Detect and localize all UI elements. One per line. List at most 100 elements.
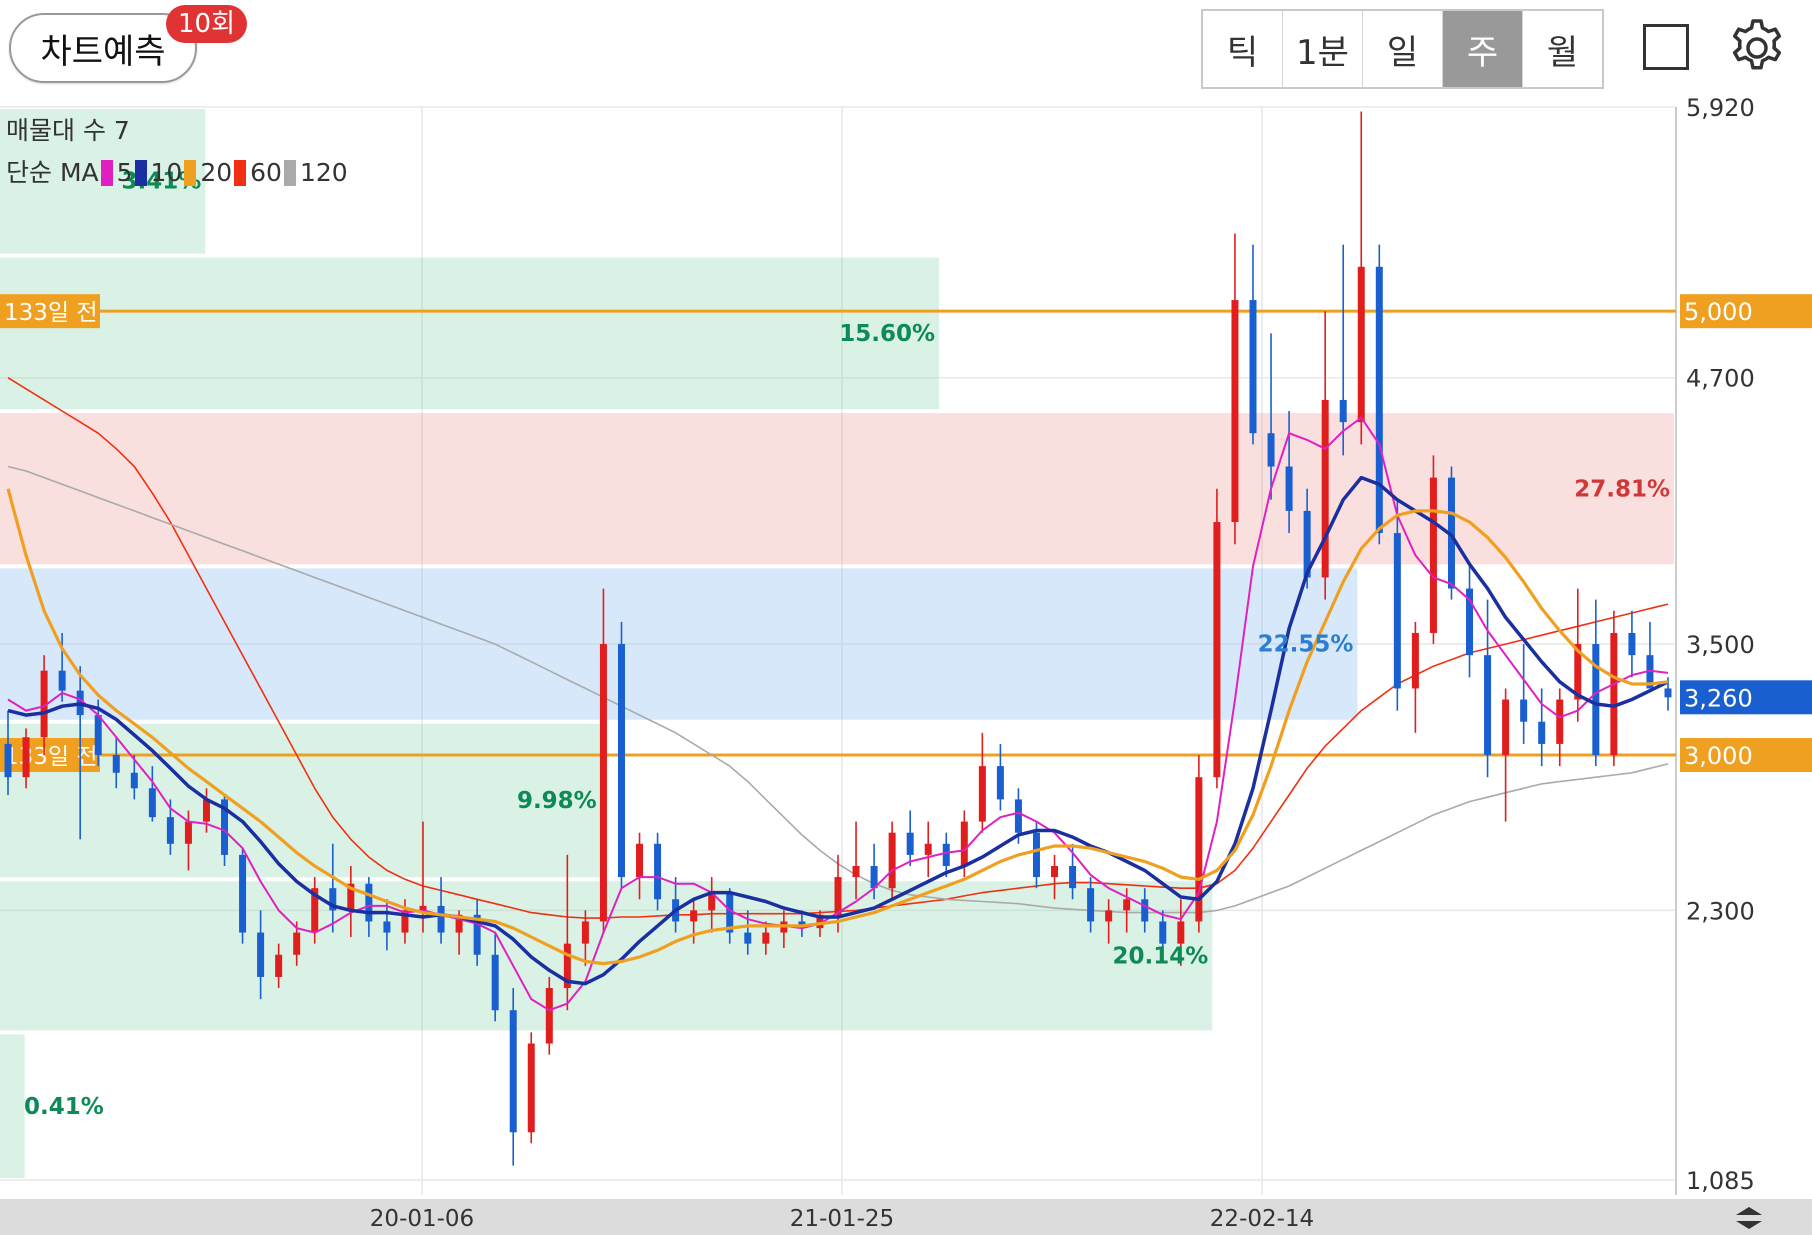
ma20-swatch (184, 160, 197, 186)
candle-body-50 (906, 832, 914, 855)
x-tick-label-1: 21-01-25 (790, 1206, 894, 1232)
candle-body-14 (257, 932, 265, 977)
candle-body-9 (166, 817, 174, 844)
ma60-label: 60 (250, 158, 282, 187)
volume-profile-bar-0 (0, 1034, 25, 1178)
candle-body-82 (1484, 655, 1492, 756)
y-tick-label-0: 5,920 (1686, 94, 1755, 122)
x-axis: 20-01-06 21-01-25 22-02-14 (0, 1199, 1812, 1235)
volume-profile-pct-4: 27.81% (1574, 476, 1670, 502)
candle-body-71 (1285, 466, 1293, 511)
candle-body-5 (94, 715, 102, 756)
candle-body-78 (1411, 632, 1419, 689)
candle-body-20 (365, 883, 373, 922)
candle-body-7 (130, 772, 138, 789)
volume-profile-bar-5 (0, 257, 940, 410)
candle-body-53 (960, 821, 968, 866)
candle-body-34 (617, 644, 625, 878)
ma-legend-title: 단순 MA (6, 158, 99, 187)
candle-body-51 (924, 843, 932, 855)
y-tick-label-4: 1,085 (1686, 1167, 1755, 1195)
candle-body-64 (1159, 921, 1167, 944)
candle-body-85 (1538, 721, 1546, 744)
candle-body-42 (762, 932, 770, 944)
y-tick-label-3: 2,300 (1686, 897, 1755, 925)
candle-body-92 (1664, 688, 1672, 698)
candle-body-77 (1393, 533, 1401, 689)
candle-body-57 (1032, 832, 1040, 878)
ref-tag-1: 133일 전 (4, 744, 98, 770)
volume-profile-pct-0: 0.41% (24, 1094, 104, 1120)
candle-body-88 (1592, 644, 1600, 756)
candle-body-59 (1069, 865, 1077, 889)
candle-body-29 (527, 1043, 535, 1133)
ma10-swatch (134, 160, 147, 186)
candle-body-32 (581, 921, 589, 944)
candle-body-56 (1014, 799, 1022, 833)
ma5-swatch (100, 160, 113, 186)
volume-profile-pct-1: 20.14% (1113, 943, 1209, 969)
candle-body-70 (1267, 433, 1275, 467)
ref-tag-0: 133일 전 (4, 300, 98, 326)
y-axis: 5,000 3,000 5,920 4,700 3,500 2,300 1,085 3,260 (1680, 94, 1812, 1195)
y-tick-label-1: 4,700 (1686, 365, 1755, 393)
candle-body-74 (1339, 399, 1347, 423)
candle-body-73 (1321, 399, 1329, 578)
ma120-swatch (283, 160, 296, 186)
volume-profile-pct-3: 22.55% (1258, 632, 1354, 658)
candle-body-61 (1105, 910, 1113, 922)
candle-body-8 (148, 788, 156, 818)
candle-body-3 (58, 670, 66, 691)
ma-legend: 단순 MA 5 10 20 60 120 (6, 152, 348, 194)
candle-body-33 (599, 644, 607, 922)
volume-profile-pct-5: 15.60% (839, 321, 935, 347)
candle-body-69 (1249, 300, 1257, 434)
candle-body-11 (202, 799, 210, 822)
candle-body-24 (437, 905, 445, 933)
candle-body-13 (239, 854, 247, 933)
x-tick-label-0: 20-01-06 (370, 1206, 474, 1232)
candle-body-21 (383, 921, 391, 933)
candle-body-63 (1141, 899, 1149, 922)
y-tick-label-2: 3,500 (1686, 631, 1755, 659)
volume-profile-bar-4 (0, 413, 1674, 565)
candle-body-1 (22, 737, 30, 778)
ma5-label: 5 (116, 158, 133, 187)
current-price-label: 3,260 (1684, 684, 1753, 712)
candle-body-60 (1087, 888, 1095, 922)
candle-body-90 (1628, 632, 1636, 656)
candle-body-54 (978, 766, 986, 822)
candle-body-16 (293, 932, 301, 955)
candle-body-6 (112, 755, 120, 773)
candle-body-75 (1357, 266, 1365, 423)
candle-body-62 (1123, 899, 1131, 911)
ref-price-label-1: 3,000 (1684, 742, 1753, 770)
x-tick-label-2: 22-02-14 (1210, 1206, 1314, 1232)
candle-body-65 (1177, 921, 1185, 944)
candle-body-49 (888, 832, 896, 889)
candle-body-0 (4, 743, 12, 778)
candle-body-46 (834, 877, 842, 915)
candle-body-52 (942, 843, 950, 866)
candle-body-47 (852, 865, 860, 878)
candle-body-79 (1429, 477, 1437, 633)
candle-body-15 (275, 954, 283, 977)
candle-body-30 (545, 988, 553, 1044)
scroll-resize-icon[interactable] (1732, 1204, 1766, 1232)
candle-body-28 (509, 1010, 517, 1133)
volume-profile-bar-3 (0, 568, 1358, 720)
volume-profile-legend: 매물대 수 7 (6, 116, 130, 145)
candle-body-76 (1375, 266, 1383, 534)
candle-body-67 (1213, 521, 1221, 778)
ma60-swatch (234, 160, 247, 186)
ma10-label: 10 (150, 158, 183, 187)
volume-profile-pct-2: 9.98% (517, 788, 597, 814)
candle-body-86 (1556, 699, 1564, 744)
candle-body-36 (654, 843, 662, 900)
ref-price-label-0: 5,000 (1684, 298, 1753, 326)
candle-body-35 (636, 843, 644, 878)
candle-body-10 (184, 821, 192, 844)
candle-body-38 (690, 910, 698, 922)
x-axis-bar (0, 1199, 1812, 1235)
candle-body-58 (1051, 865, 1059, 878)
